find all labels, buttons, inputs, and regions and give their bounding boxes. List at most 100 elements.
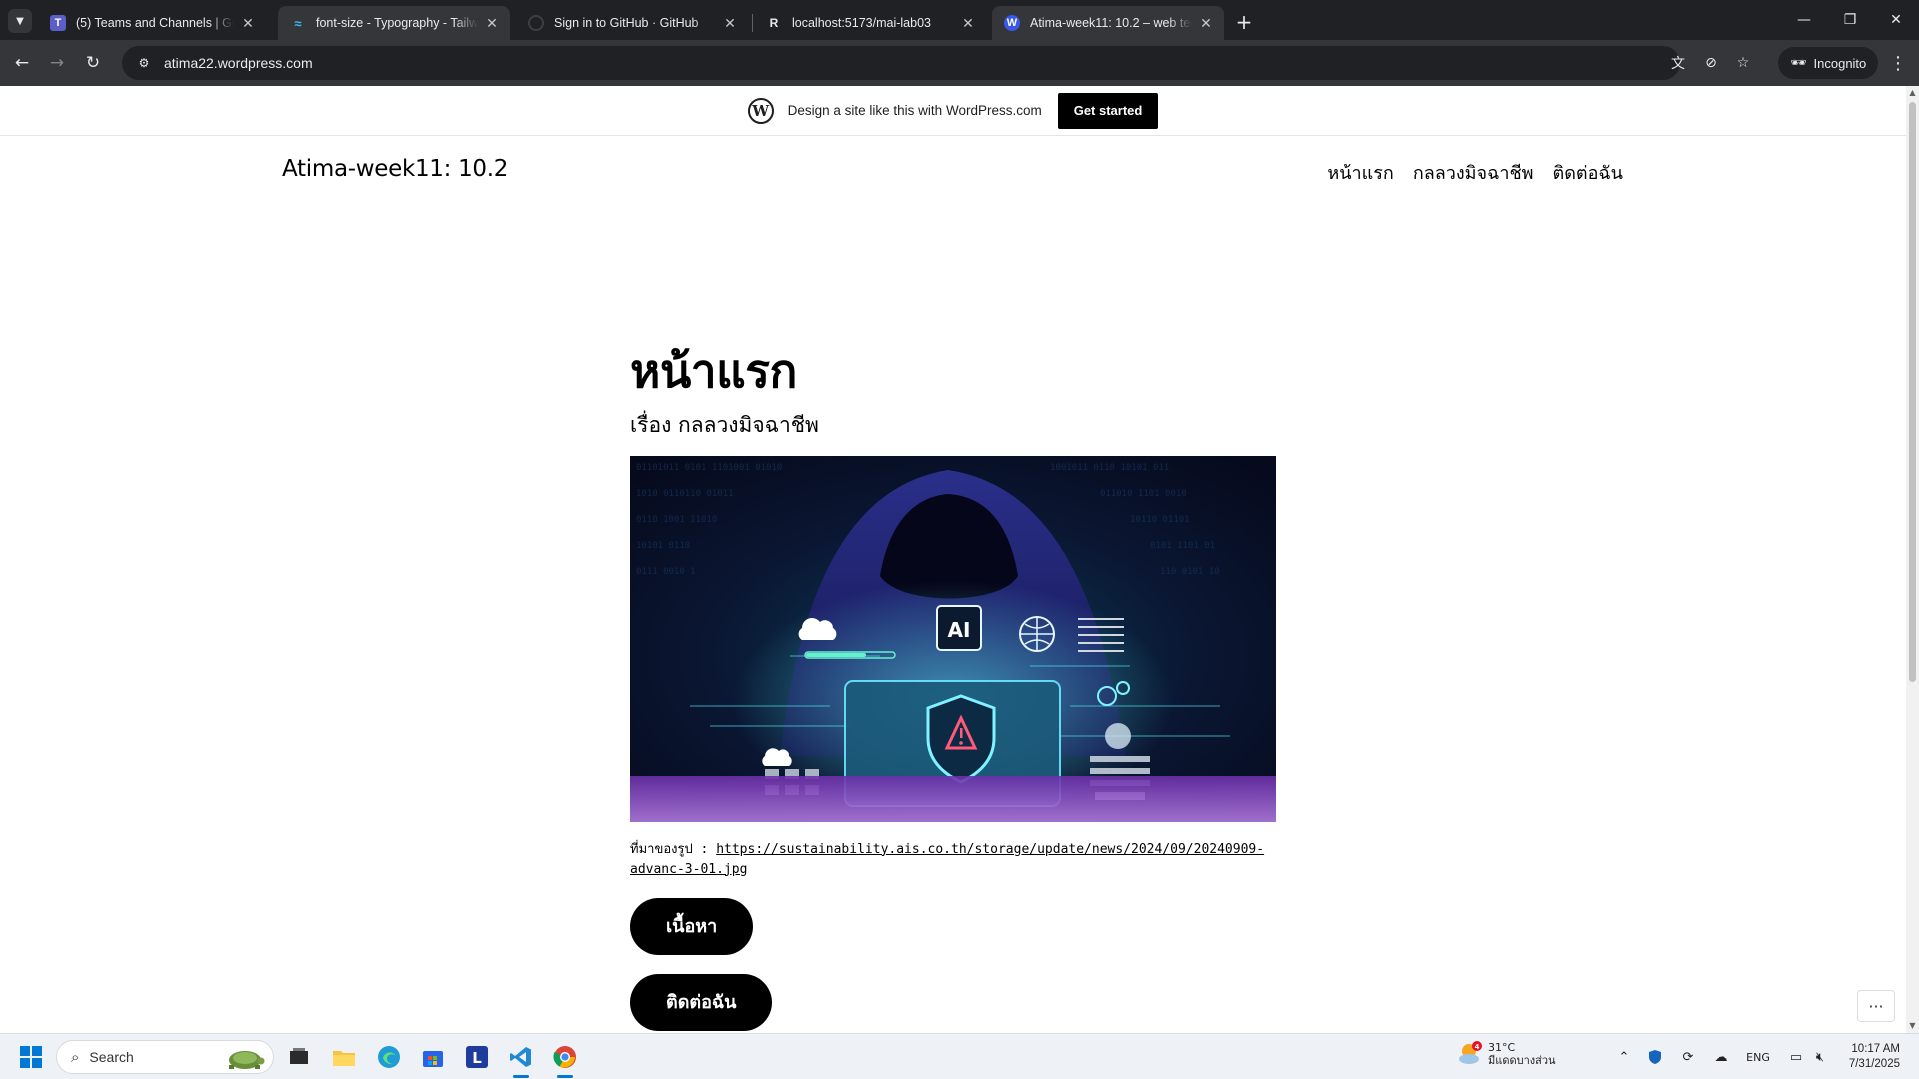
- tab-title: Sign in to GitHub · GitHub: [554, 16, 699, 30]
- site-title[interactable]: Atima-week11: 10.2: [282, 156, 508, 182]
- clock-date: 7/31/2025: [1848, 1058, 1900, 1070]
- minimize-icon[interactable]: —: [1781, 0, 1827, 40]
- restore-icon[interactable]: ❐: [1827, 0, 1873, 40]
- close-icon[interactable]: ✕: [240, 15, 256, 31]
- github-icon: [528, 15, 544, 31]
- wordpress-promo-bar: W Design a site like this with WordPress…: [0, 86, 1906, 136]
- chrome-icon[interactable]: [550, 1042, 580, 1072]
- page-viewport: W Design a site like this with WordPress…: [0, 86, 1919, 1033]
- taskbar-search[interactable]: ⌕ Search: [56, 1040, 274, 1074]
- system-clock[interactable]: 10:17 AM 7/31/2025: [1828, 1042, 1900, 1072]
- incognito-label: Incognito: [1813, 55, 1867, 71]
- page-content: หน้าแรก เรื่อง กลลวงมิจฉาชีพ 01101011 01…: [630, 346, 1276, 1031]
- vscode-icon[interactable]: [506, 1042, 536, 1072]
- content-button[interactable]: เนื้อหา: [630, 897, 754, 955]
- task-view-icon[interactable]: [284, 1042, 314, 1072]
- page-scrollbar[interactable]: ▲ ▼: [1906, 86, 1919, 1033]
- back-arrow-icon[interactable]: ←: [8, 49, 36, 77]
- scroll-down-arrow-icon[interactable]: ▼: [1908, 1021, 1917, 1030]
- window-close-icon[interactable]: ✕: [1873, 0, 1919, 40]
- image-caption: ที่มาของรูป : https://sustainability.ais…: [630, 840, 1276, 880]
- image-source-link[interactable]: https://sustainability.ais.co.th/storage…: [630, 842, 1264, 877]
- windows-taskbar: ⌕ Search L 4 31°C มีแดดบางส่วน ⌃ ⟳ ☁ ENG…: [0, 1033, 1919, 1079]
- windows-start-icon[interactable]: [20, 1046, 42, 1068]
- cloud-off-icon[interactable]: ☁: [1711, 1047, 1731, 1067]
- tab-title: (5) Teams and Channels | General: [76, 16, 234, 30]
- svg-text:10110 01101: 10110 01101: [1130, 515, 1190, 525]
- tab-title: localhost:5173/mai-lab03: [792, 16, 931, 30]
- wordpress-logo-icon[interactable]: W: [747, 97, 774, 124]
- contact-button[interactable]: ติดต่อฉัน: [630, 973, 773, 1031]
- tab-github[interactable]: Sign in to GitHub · GitHub ✕: [516, 6, 748, 40]
- tab-wordpress[interactable]: W Atima-week11: 10.2 – web tech ✕: [992, 6, 1224, 40]
- address-bar[interactable]: ⚙ atima22.wordpress.com 文 ⊘ ☆: [122, 46, 1749, 80]
- nav-link-home[interactable]: หน้าแรก: [1327, 158, 1393, 187]
- svg-text:011010 1101 0010: 011010 1101 0010: [1100, 489, 1187, 499]
- wordpress-promo-text: Design a site like this with WordPress.c…: [787, 103, 1042, 118]
- teams-icon: T: [50, 15, 66, 31]
- security-shield-icon[interactable]: [1645, 1047, 1665, 1067]
- close-icon[interactable]: ✕: [722, 15, 738, 31]
- bookmark-star-icon[interactable]: ☆: [1733, 53, 1753, 73]
- close-icon[interactable]: ✕: [960, 15, 976, 31]
- chrome-running-indicator: [557, 1075, 573, 1078]
- tab-title: Atima-week11: 10.2 – web tech: [1030, 16, 1192, 30]
- weather-temperature: 31°C: [1488, 1041, 1516, 1054]
- search-highlight-turtle-icon: [229, 1051, 265, 1069]
- edge-browser-icon[interactable]: [374, 1042, 404, 1072]
- svg-text:10101 0110: 10101 0110: [636, 541, 690, 551]
- browser-menu-icon[interactable]: ⋮: [1886, 51, 1910, 75]
- hero-image-hacker-ai: 01101011 0101 1101001 01010 1001011 0110…: [630, 455, 1276, 822]
- svg-text:1001011 0110 10101 011: 1001011 0110 10101 011: [1050, 463, 1169, 473]
- close-icon[interactable]: ✕: [484, 15, 500, 31]
- tab-separator: [752, 14, 753, 32]
- tab-search-chevron-icon[interactable]: ▼: [8, 9, 32, 33]
- volume-muted-icon[interactable]: 🔇︎: [1810, 1047, 1830, 1067]
- svg-text:0101 1101 01: 0101 1101 01: [1150, 541, 1215, 551]
- wordpress-icon: W: [1004, 15, 1020, 31]
- tab-strip: ▼ T (5) Teams and Channels | General ✕ ≈…: [0, 0, 1919, 40]
- tab-tailwind[interactable]: ≈ font-size - Typography - Tailwind CSS …: [278, 6, 510, 40]
- weather-widget[interactable]: 4 31°C มีแดดบางส่วน: [1456, 1041, 1556, 1067]
- site-info-icon[interactable]: ⚙: [134, 53, 154, 73]
- clock-time: 10:17 AM: [1851, 1043, 1900, 1055]
- get-started-button[interactable]: Get started: [1057, 92, 1159, 129]
- page-subtitle: เรื่อง กลลวงมิจฉาชีพ: [630, 412, 819, 437]
- forward-arrow-icon[interactable]: →: [43, 49, 71, 77]
- nav-link-contact[interactable]: ติดต่อฉัน: [1553, 158, 1623, 187]
- scrollbar-thumb[interactable]: [1909, 102, 1916, 682]
- nav-link-scams[interactable]: กลลวงมิจฉาชีพ: [1413, 158, 1534, 187]
- scroll-up-arrow-icon[interactable]: ▲: [1908, 88, 1917, 97]
- more-options-icon[interactable]: ···: [1857, 990, 1895, 1022]
- tailwind-icon: ≈: [294, 15, 302, 31]
- incognito-badge[interactable]: 🕶 Incognito: [1778, 47, 1879, 79]
- tray-chevron-up-icon[interactable]: ⌃: [1614, 1047, 1634, 1067]
- sync-icon[interactable]: ⟳: [1678, 1047, 1698, 1067]
- weather-alert-count: 4: [1475, 1043, 1480, 1051]
- file-explorer-icon[interactable]: [329, 1042, 359, 1072]
- reload-icon[interactable]: ↻: [79, 49, 107, 77]
- react-router-icon: R: [769, 16, 779, 30]
- translate-icon[interactable]: 文: [1668, 53, 1688, 73]
- microsoft-store-icon[interactable]: [418, 1042, 448, 1072]
- svg-text:0111 0010 1: 0111 0010 1: [636, 567, 696, 577]
- svg-text:L: L: [472, 1049, 482, 1067]
- vscode-running-indicator: [513, 1075, 529, 1078]
- search-placeholder: Search: [89, 1049, 134, 1065]
- svg-text:110 0101 10: 110 0101 10: [1160, 567, 1220, 577]
- incognito-icon: 🕶: [1790, 55, 1807, 70]
- close-icon[interactable]: ✕: [1198, 15, 1214, 31]
- ai-badge-text: AI: [948, 618, 971, 642]
- language-indicator[interactable]: ENG: [1744, 1047, 1772, 1067]
- network-icon[interactable]: ▭: [1786, 1047, 1806, 1067]
- new-tab-plus-icon[interactable]: +: [1230, 8, 1258, 36]
- site-navigation: หน้าแรก กลลวงมิจฉาชีพ ติดต่อฉัน: [1327, 158, 1623, 187]
- browser-toolbar: ← → ↻ ⚙ atima22.wordpress.com 文 ⊘ ☆ 🕶 In…: [0, 40, 1919, 86]
- tab-teams[interactable]: T (5) Teams and Channels | General ✕: [38, 6, 266, 40]
- url-text[interactable]: atima22.wordpress.com: [164, 55, 313, 71]
- svg-text:0110 1001 11010: 0110 1001 11010: [636, 515, 717, 525]
- search-icon: ⌕: [71, 1048, 80, 1066]
- eye-off-icon[interactable]: ⊘: [1701, 53, 1721, 73]
- tab-localhost[interactable]: R localhost:5173/mai-lab03 ✕: [754, 6, 986, 40]
- l-app-icon[interactable]: L: [462, 1042, 492, 1072]
